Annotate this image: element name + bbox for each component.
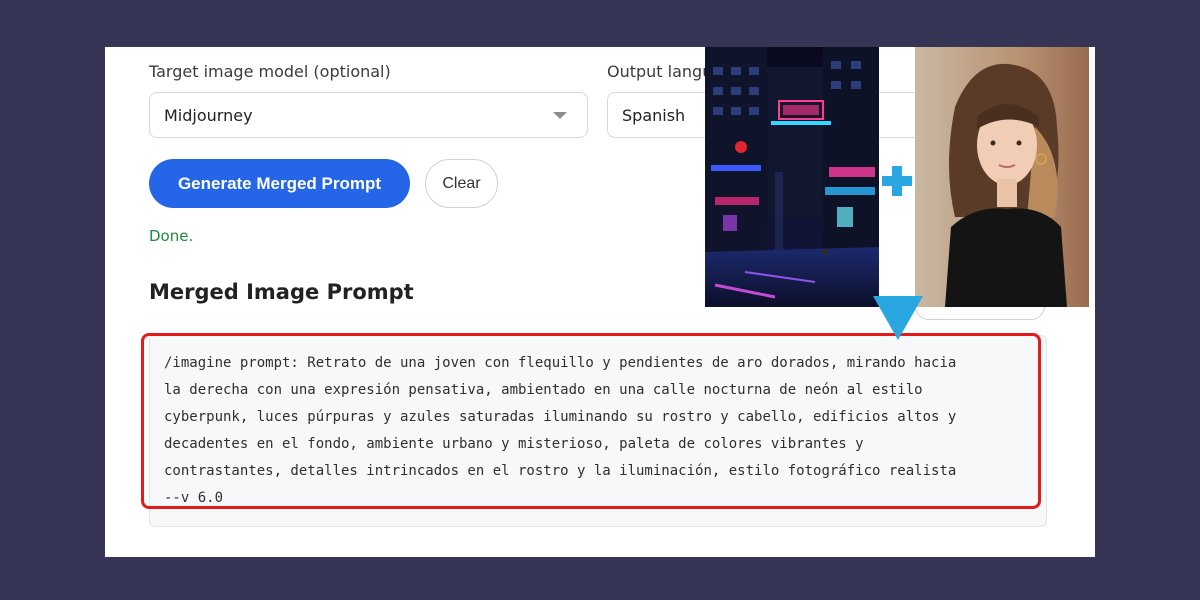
prompt-output-text: /imagine prompt: Retrato de una joven co…: [164, 355, 957, 506]
output-language-value: Spanish: [622, 105, 686, 125]
neon-street-photo: [705, 47, 879, 307]
target-model-value: Midjourney: [164, 105, 253, 125]
generate-merged-prompt-button[interactable]: Generate Merged Prompt: [149, 159, 410, 208]
plus-icon: [879, 163, 915, 199]
result-heading: Merged Image Prompt: [149, 280, 414, 304]
portrait-photo: [915, 47, 1089, 307]
clear-button[interactable]: Clear: [425, 159, 498, 208]
output-language-label: Output langu: [607, 62, 713, 81]
down-arrow-icon: [873, 296, 923, 340]
status-text: Done.: [149, 227, 194, 245]
chevron-down-icon: [553, 112, 567, 119]
target-model-label: Target image model (optional): [149, 62, 391, 81]
target-model-select[interactable]: Midjourney: [149, 92, 588, 138]
